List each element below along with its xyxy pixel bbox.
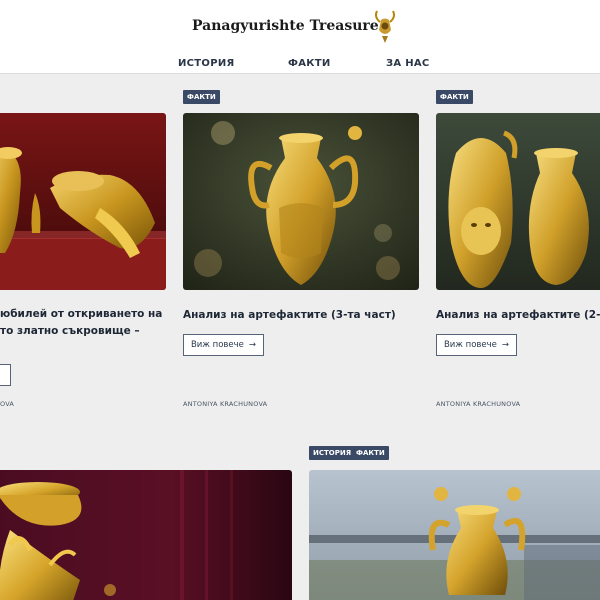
card-2-title-line-1[interactable]: Анализ на артефактите (3-та част)	[183, 307, 396, 324]
card-1-title-line-1[interactable]: юбилей от откриването на	[0, 306, 162, 323]
card-1-author[interactable]: OVA	[0, 400, 14, 408]
card-2-more-label: Виж повече	[190, 340, 244, 350]
golden-rhyton-logo-icon	[375, 10, 395, 43]
card-1-title[interactable]: юбилей от откриването на то златно съкро…	[0, 306, 162, 340]
nav-item-history[interactable]: ИСТОРИЯ	[178, 58, 235, 69]
nav-item-facts[interactable]: ФАКТИ	[288, 58, 331, 69]
amphora-outdoor-image	[309, 470, 600, 600]
card-5-tag-facts[interactable]: ФАКТИ	[352, 446, 389, 460]
brand[interactable]: Panagyurishte Treasure	[192, 8, 395, 44]
card-2-title[interactable]: Анализ на артефактите (3-та част)	[183, 307, 396, 324]
card-image-amphora-outdoor[interactable]	[309, 470, 600, 600]
card-3-tag-facts[interactable]: ФАКТИ	[436, 90, 473, 104]
card-3-author[interactable]: ANTONIYA KRACHUNOVA	[436, 400, 520, 408]
site-header: Panagyurishte Treasure ИСТОРИЯ ФАКТИ ЗА …	[0, 0, 600, 74]
card-2-more-button[interactable]: Виж повече →	[183, 334, 264, 356]
head-vessels-image	[436, 113, 600, 290]
card-3-title-line-1[interactable]: Анализ на артефактите (2-ра	[436, 307, 600, 324]
rhyton-deer-image	[0, 470, 292, 600]
card-3-more-button[interactable]: Виж повече →	[436, 334, 517, 356]
card-3-title[interactable]: Анализ на артефактите (2-ра	[436, 307, 600, 324]
card-5-tag-history[interactable]: ИСТОРИЯ	[309, 446, 356, 460]
arrow-right-icon: →	[501, 340, 510, 350]
nav-item-about[interactable]: ЗА НАС	[386, 58, 430, 69]
card-image-head-vessels[interactable]	[436, 113, 600, 290]
card-1-more-button[interactable]	[0, 364, 11, 386]
card-1-title-line-2[interactable]: то златно съкровище –	[0, 323, 162, 340]
card-image-amphora[interactable]	[183, 113, 419, 290]
card-3-more-label: Виж повече	[443, 340, 497, 350]
rhyton-image	[0, 113, 166, 290]
card-image-rhyton[interactable]	[0, 113, 166, 290]
arrow-right-icon: →	[248, 340, 257, 350]
card-2-author[interactable]: ANTONIYA KRACHUNOVA	[183, 400, 267, 408]
amphora-image	[183, 113, 419, 290]
card-image-rhyton-deer[interactable]	[0, 470, 292, 600]
site-title[interactable]: Panagyurishte Treasure	[192, 18, 379, 34]
card-2-tag-facts[interactable]: ФАКТИ	[183, 90, 220, 104]
